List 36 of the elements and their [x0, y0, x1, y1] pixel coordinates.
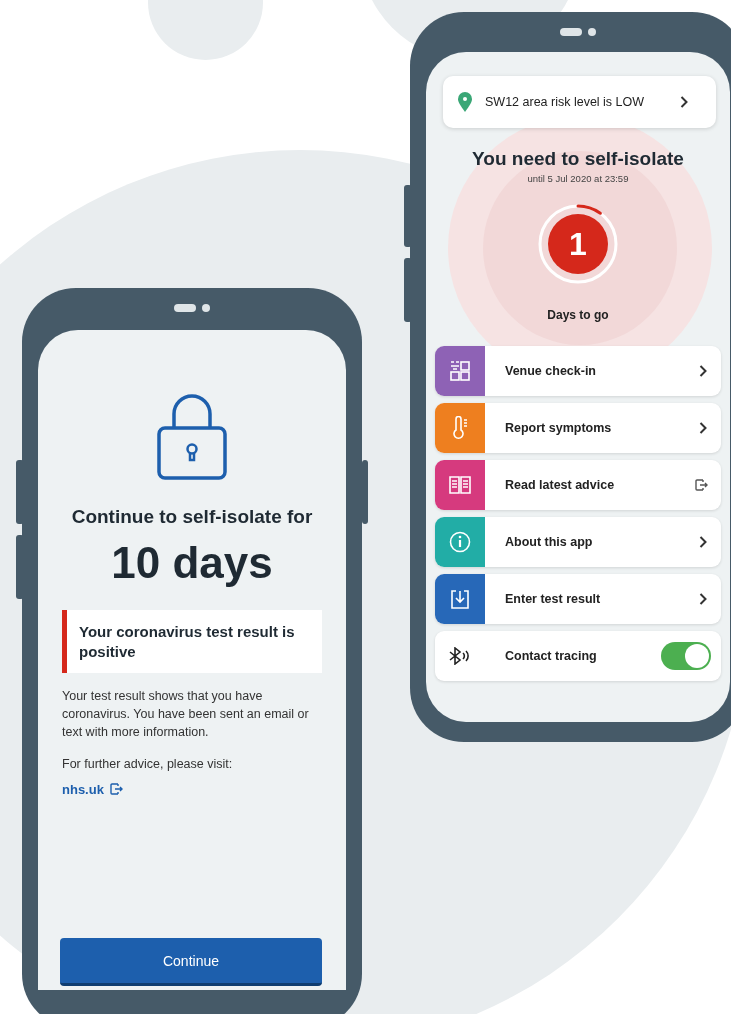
speaker-icon [174, 304, 196, 312]
until-date-text: until 5 Jul 2020 at 23:59 [527, 173, 629, 184]
qr-code-icon [450, 361, 470, 381]
status-heading: You need to self-isolate [472, 148, 684, 170]
toggle-switch[interactable] [661, 642, 711, 670]
thermometer-icon [450, 416, 470, 440]
speaker-icon [560, 28, 582, 36]
days-label: Days to go [547, 308, 609, 322]
continue-button[interactable]: Continue [60, 938, 322, 986]
nhs-link[interactable]: nhs.uk [62, 781, 124, 797]
chevron-right-icon [699, 593, 707, 605]
camera-icon [202, 304, 210, 312]
external-link-icon [695, 479, 709, 491]
duration-text: 10 days [111, 538, 273, 588]
menu-item[interactable]: Contact tracing [435, 631, 721, 681]
external-link-icon [109, 783, 124, 795]
result-callout: Your coronavirus test result is positive [62, 610, 322, 673]
chevron-right-icon [699, 365, 707, 377]
menu-item[interactable]: Read latest advice [435, 460, 721, 510]
risk-level-banner[interactable]: SW12 area risk level is LOW [443, 76, 716, 128]
heading: Continue to self-isolate for [71, 506, 313, 528]
chevron-right-icon [699, 422, 707, 434]
menu-item[interactable]: Report symptoms [435, 403, 721, 453]
info-icon [449, 531, 471, 553]
download-icon [450, 589, 470, 609]
chevron-right-icon [699, 536, 707, 548]
body-text: Your test result shows that you have coronavirus. You have been sent an email or text with more information. [62, 688, 310, 742]
menu-item[interactable]: Venue check-in [435, 346, 721, 396]
location-pin-icon [457, 91, 473, 113]
open-book-icon [449, 475, 471, 495]
menu-item[interactable]: Enter test result [435, 574, 721, 624]
camera-icon [588, 28, 596, 36]
menu-item[interactable]: About this app [435, 517, 721, 567]
advice-text: For further advice, please visit: [62, 756, 234, 774]
chevron-right-icon [680, 96, 688, 108]
bluetooth-signal-icon [448, 647, 472, 665]
